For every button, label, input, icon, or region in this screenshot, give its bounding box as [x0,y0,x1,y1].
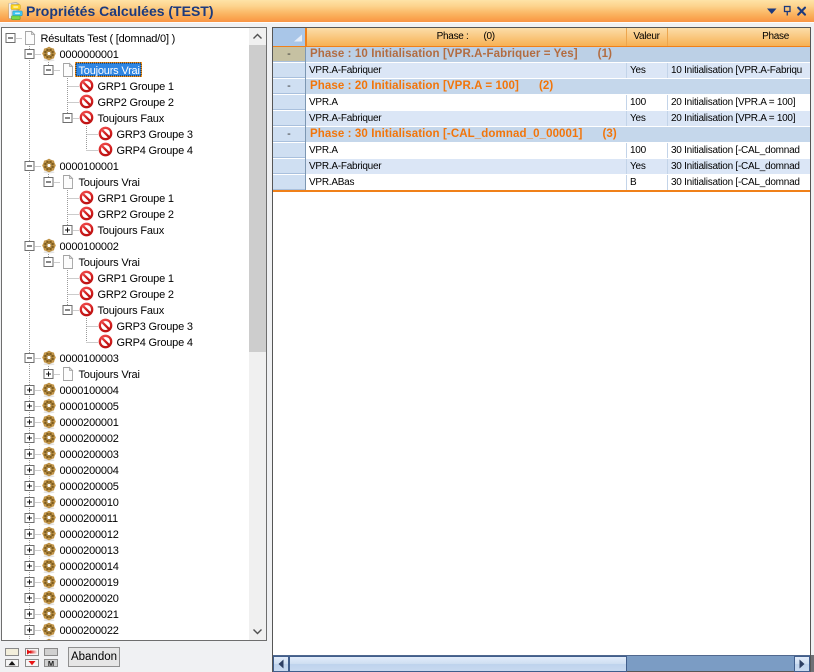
svg-text:0000200005: 0000200005 [60,481,119,493]
svg-text:0000200013: 0000200013 [60,545,119,557]
svg-text:0000200010: 0000200010 [60,497,119,509]
svg-text:GRP3 Groupe 3: GRP3 Groupe 3 [117,129,193,141]
svg-text:GRP3 Groupe 3: GRP3 Groupe 3 [117,321,193,333]
svg-text:Résultats Test ( [domnad/0] ): Résultats Test ( [domnad/0] ) [41,33,176,45]
svg-text:0000200014: 0000200014 [60,561,119,573]
svg-text:Toujours Vrai: Toujours Vrai [79,369,140,381]
svg-text:0000200001: 0000200001 [60,417,119,429]
svg-text:0000200003: 0000200003 [60,449,119,461]
svg-text:0000200019: 0000200019 [60,577,119,589]
svg-text:0000200020: 0000200020 [60,593,119,605]
svg-text:0000000001: 0000000001 [60,49,119,61]
svg-text:0000200002: 0000200002 [60,433,119,445]
svg-text:GRP1 Groupe 1: GRP1 Groupe 1 [98,193,174,205]
svg-text:GRP2 Groupe 2: GRP2 Groupe 2 [98,209,174,221]
svg-text:0000100001: 0000100001 [60,161,119,173]
svg-text:0000200012: 0000200012 [60,529,119,541]
svg-text:GRP1 Groupe 1: GRP1 Groupe 1 [98,81,174,93]
svg-text:GRP4 Groupe 4: GRP4 Groupe 4 [117,145,193,157]
svg-text:0000100002: 0000100002 [60,241,119,253]
svg-text:0000100005: 0000100005 [60,401,119,413]
svg-text:Toujours Faux: Toujours Faux [98,113,165,125]
svg-text:GRP1 Groupe 1: GRP1 Groupe 1 [98,273,174,285]
svg-text:0000200021: 0000200021 [60,609,119,621]
svg-text:Toujours Faux: Toujours Faux [98,225,165,237]
svg-text:Toujours Faux: Toujours Faux [98,305,165,317]
svg-text:0000100004: 0000100004 [60,385,119,397]
svg-text:GRP2 Groupe 2: GRP2 Groupe 2 [98,289,174,301]
svg-text:GRP2 Groupe 2: GRP2 Groupe 2 [98,97,174,109]
svg-text:Toujours Vrai: Toujours Vrai [79,65,140,77]
svg-text:0000200011: 0000200011 [60,513,118,525]
svg-text:0000100003: 0000100003 [60,353,119,365]
svg-text:Toujours Vrai: Toujours Vrai [79,257,140,269]
svg-text:0000200004: 0000200004 [60,465,119,477]
svg-text:GRP4 Groupe 4: GRP4 Groupe 4 [117,337,193,349]
svg-text:Toujours Vrai: Toujours Vrai [79,177,140,189]
svg-text:0000200022: 0000200022 [60,625,119,637]
